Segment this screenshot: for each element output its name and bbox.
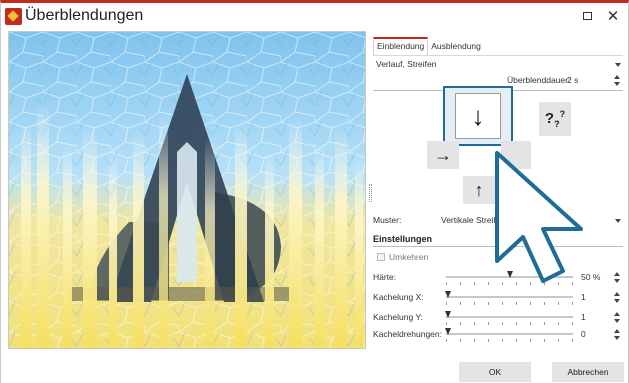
maximize-icon[interactable] — [578, 7, 596, 23]
tiling-x-slider[interactable] — [446, 296, 573, 298]
ok-button[interactable]: OK — [459, 362, 531, 382]
pattern-select[interactable]: Vertikale Streif — [439, 215, 623, 229]
arrow-right-icon: → — [434, 144, 452, 165]
duration-spinner[interactable] — [613, 75, 621, 86]
settings-panel: Einblendung Ausblendung Verlauf, Streife… — [373, 31, 628, 383]
title-bar[interactable]: Überblendungen ✕ — [1, 3, 628, 30]
duration-label: Überblenddauer: — [507, 75, 571, 85]
question-icon: ??? — [544, 109, 566, 129]
settings-heading: Einstellungen — [373, 234, 433, 244]
tile-rotation-spinner[interactable] — [613, 329, 621, 340]
hardness-ticks — [446, 282, 573, 285]
tab-bar: Einblendung Ausblendung — [373, 37, 484, 55]
tiling-y-slider-thumb[interactable] — [445, 311, 451, 318]
direction-down-button[interactable]: ↓ — [443, 86, 513, 146]
splitter-handle[interactable] — [369, 184, 372, 202]
tiling-y-label: Kachelung Y: — [373, 312, 423, 322]
direction-up-button[interactable]: ↑ — [463, 176, 495, 204]
direction-left-button[interactable] — [501, 141, 531, 169]
transition-select[interactable]: Verlauf, Streifen — [373, 59, 623, 73]
tiling-x-value[interactable]: 1 — [581, 292, 586, 302]
tiling-x-ticks — [446, 302, 573, 305]
cancel-button[interactable]: Abbrechen — [552, 362, 624, 382]
duration-input[interactable]: 2 s — [567, 75, 578, 85]
tab-ausblendung[interactable]: Ausblendung — [428, 37, 484, 55]
tiling-x-slider-thumb[interactable] — [445, 291, 451, 298]
pattern-select-value: Vertikale Streif — [441, 215, 496, 225]
transition-select-value: Verlauf, Streifen — [376, 59, 437, 69]
random-direction-button[interactable]: ??? — [539, 102, 571, 136]
tile-rotation-slider-thumb[interactable] — [445, 328, 451, 335]
hardness-slider-thumb[interactable] — [507, 271, 513, 278]
hardness-label: Härte: — [373, 272, 397, 282]
tiling-x-label: Kachelung X: — [373, 292, 424, 302]
tile-rotation-ticks — [446, 339, 573, 342]
tile-rotation-slider[interactable] — [446, 333, 573, 335]
reverse-checkbox[interactable] — [377, 253, 385, 261]
direction-right-button[interactable]: → — [427, 141, 459, 169]
tab-divider — [373, 55, 623, 56]
tiling-y-value[interactable]: 1 — [581, 312, 586, 322]
window-title: Überblendungen — [25, 7, 144, 24]
hardness-spinner[interactable] — [613, 272, 621, 283]
close-icon[interactable]: ✕ — [604, 7, 622, 25]
chevron-down-icon — [615, 63, 621, 67]
hardness-value[interactable]: 50 % — [581, 272, 600, 282]
tiling-y-spinner[interactable] — [613, 312, 621, 323]
tile-rotation-label: Kacheldrehungen: — [373, 329, 443, 339]
pattern-label: Muster: — [373, 215, 402, 225]
tab-einblendung[interactable]: Einblendung — [373, 37, 429, 55]
arrow-down-icon: ↓ — [455, 93, 501, 139]
tiling-x-spinner[interactable] — [613, 292, 621, 303]
preview-image — [9, 32, 365, 348]
tiling-y-slider[interactable] — [446, 316, 573, 318]
arrow-up-icon: ↑ — [474, 179, 484, 200]
transition-preview — [8, 31, 366, 349]
tiling-y-ticks — [446, 322, 573, 325]
settings-divider — [373, 246, 623, 247]
chevron-down-icon — [615, 219, 621, 223]
dialog-window: Überblendungen ✕ Einblendung Ausblendung… — [0, 0, 629, 383]
reverse-label: Umkehren — [389, 252, 429, 262]
tile-rotation-value[interactable]: 0 — [581, 329, 586, 339]
app-icon — [5, 8, 22, 25]
